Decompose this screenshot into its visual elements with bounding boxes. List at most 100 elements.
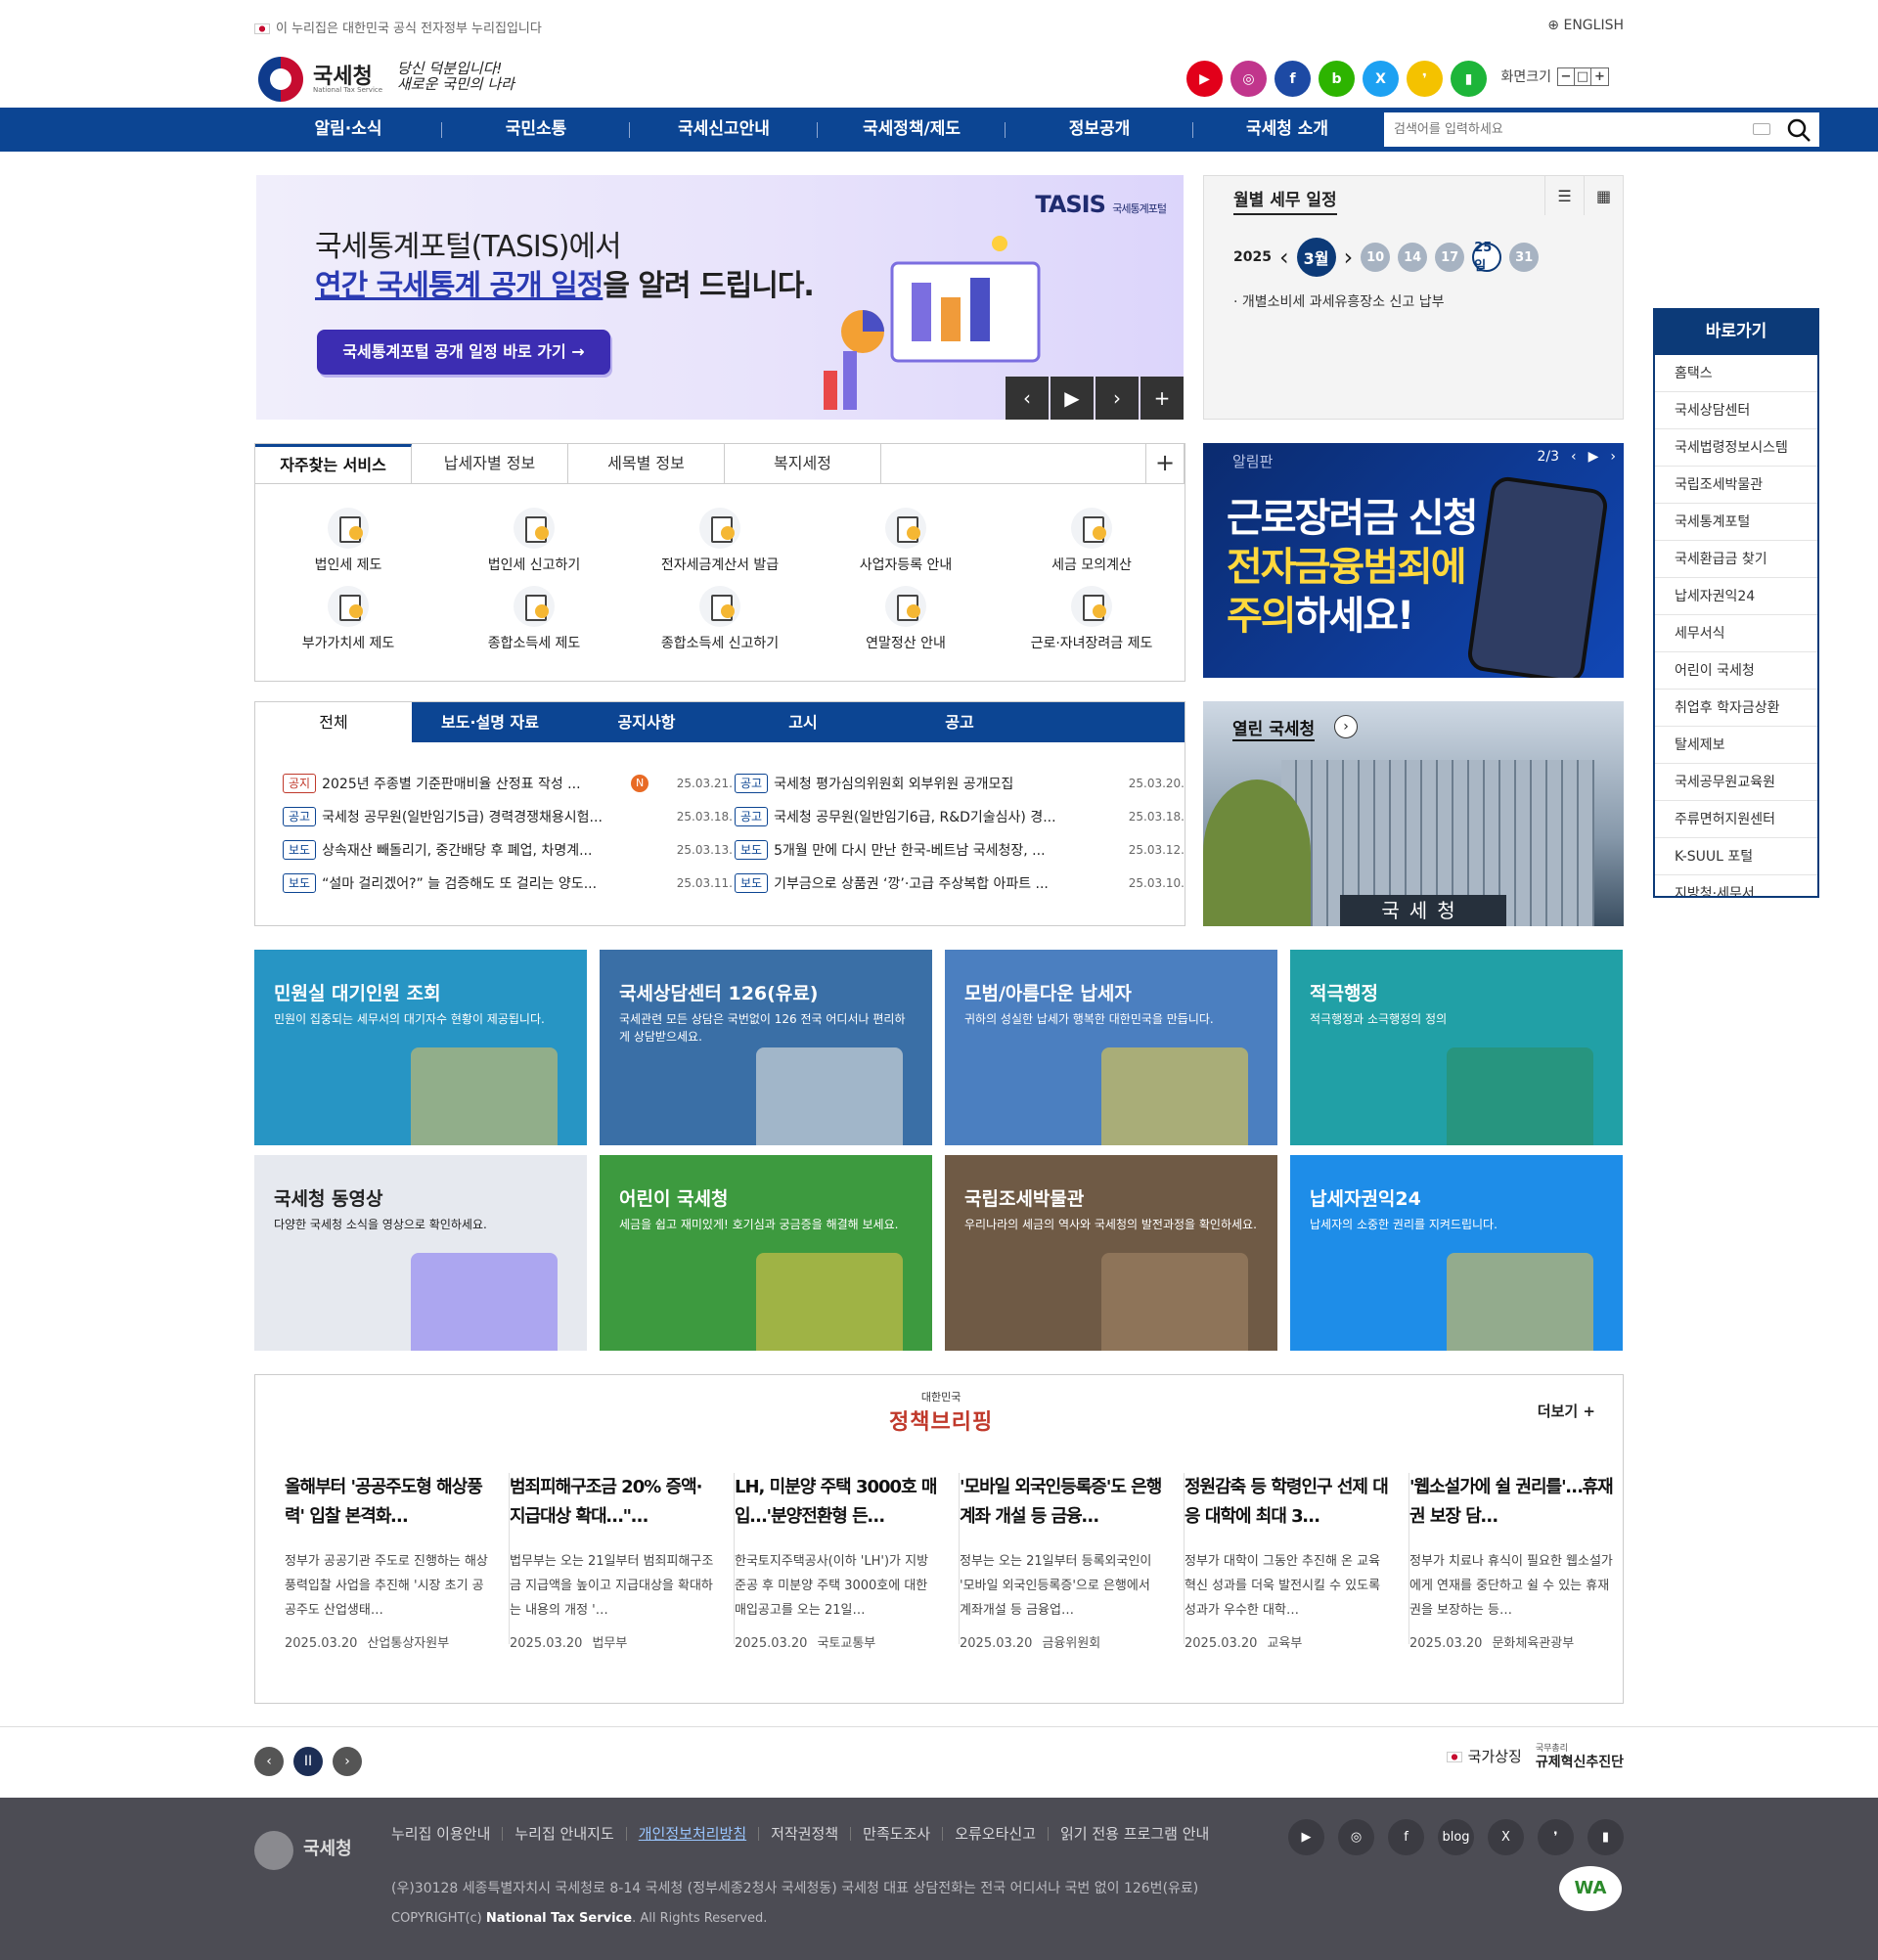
schedule-day[interactable]: 10: [1361, 243, 1391, 272]
instagram-icon[interactable]: ◎: [1338, 1819, 1374, 1855]
prev-icon[interactable]: ‹: [1571, 449, 1577, 465]
service-item[interactable]: 근로·자녀장려금 제도: [999, 586, 1185, 652]
news-title[interactable]: 국세청 공무원(일반임기5급) 경력경쟁채용시험...: [322, 807, 625, 826]
service-tab[interactable]: 복지세정: [725, 444, 881, 483]
policy-article[interactable]: '웹소설가에 쉴 권리를'…휴재권 보장 담… 정부가 치료나 휴식이 필요한 웹…: [1409, 1473, 1634, 1651]
footer-link[interactable]: 오류오타신고: [943, 1827, 1049, 1842]
banner-next-icon[interactable]: ›: [1096, 377, 1139, 420]
post-icon[interactable]: ▮: [1451, 61, 1487, 97]
font-reset-button[interactable]: □: [1575, 67, 1591, 85]
notice-board[interactable]: 알림판 2/3 ‹ ▶ › 근로장려금 신청 전자금융범죄에 주의하세요!: [1203, 443, 1624, 678]
news-title[interactable]: “설마 걸리겠어?” 늘 검증해도 또 걸리는 양도...: [322, 873, 625, 893]
service-tile[interactable]: 국세상담센터 126(유료) 국세관련 모든 상담은 국번없이 126 전국 어디…: [600, 950, 932, 1145]
next-month-icon[interactable]: ›: [1344, 244, 1354, 271]
prev-month-icon[interactable]: ‹: [1279, 244, 1289, 271]
next-icon[interactable]: ›: [1610, 449, 1616, 465]
policy-article[interactable]: LH, 미분양 주택 3000호 매입…'분양전환형 든… 한국토지주택공사(이하…: [735, 1473, 960, 1651]
service-item[interactable]: 부가가치세 제도: [255, 586, 441, 652]
quick-link-item[interactable]: 탈세제보: [1655, 727, 1817, 764]
services-more-button[interactable]: +: [1145, 444, 1185, 483]
news-row[interactable]: 공고 국세청 평가심의위원회 외부위원 공개모집 25.03.20.: [735, 767, 1185, 800]
service-tile[interactable]: 민원실 대기인원 조회 민원이 집중되는 세무서의 대기자수 현황이 제공됩니다.: [254, 950, 587, 1145]
footer-link[interactable]: 만족도조사: [851, 1827, 944, 1842]
policy-title[interactable]: 올해부터 '공공주도형 해상풍력' 입찰 본격화…: [285, 1473, 489, 1532]
schedule-item[interactable]: · 개별소비세 과세유흥장소 신고 납부: [1233, 291, 1444, 311]
service-item[interactable]: 종합소득세 제도: [441, 586, 627, 652]
open-nts[interactable]: 국세청 열린 국세청 ›: [1203, 701, 1624, 926]
pager-prev-icon[interactable]: ‹: [254, 1747, 284, 1776]
quick-link-item[interactable]: 취업후 학자금상환: [1655, 690, 1817, 727]
banner-more-icon[interactable]: +: [1140, 377, 1184, 420]
service-item[interactable]: 법인세 제도: [255, 508, 441, 574]
pager-pause-icon[interactable]: II: [293, 1747, 323, 1776]
gnb-item[interactable]: 알림·소식: [254, 108, 442, 152]
calendar-icon[interactable]: ▦: [1584, 176, 1623, 215]
schedule-day[interactable]: 17: [1435, 243, 1465, 272]
x-icon[interactable]: X: [1488, 1819, 1524, 1855]
news-tab[interactable]: 공고: [881, 702, 1038, 742]
list-view-icon[interactable]: ☰: [1544, 176, 1584, 215]
policy-briefing-logo[interactable]: 대한민국 정책브리핑: [889, 1389, 993, 1436]
news-row[interactable]: 보도 기부금으로 상품권 ‘깡’·고급 주상복합 아파트 ... 25.03.10.: [735, 867, 1185, 900]
blog-icon[interactable]: blog: [1438, 1819, 1474, 1855]
quick-link-item[interactable]: 세무서식: [1655, 615, 1817, 652]
quick-link-item[interactable]: 지방청·세무서: [1655, 875, 1817, 896]
service-tile[interactable]: 국세청 동영상 다양한 국세청 소식을 영상으로 확인하세요.: [254, 1155, 587, 1351]
policy-article[interactable]: 올해부터 '공공주도형 해상풍력' 입찰 본격화… 정부가 공공기관 주도로 진행…: [285, 1473, 510, 1651]
gnb-item[interactable]: 국세신고안내: [630, 108, 818, 152]
kakao-icon[interactable]: ❜: [1407, 61, 1443, 97]
schedule-day[interactable]: 25일: [1472, 241, 1502, 274]
news-tab[interactable]: 고시: [725, 702, 881, 742]
banner-prev-icon[interactable]: ‹: [1006, 377, 1049, 420]
youtube-icon[interactable]: ▶: [1186, 61, 1223, 97]
news-row[interactable]: 공지 2025년 주종별 기준판매비율 산정표 작성 ... N 25.03.21.: [283, 767, 733, 800]
service-tab[interactable]: 납세자별 정보: [412, 444, 568, 483]
service-item[interactable]: 사업자등록 안내: [813, 508, 999, 574]
font-decrease-button[interactable]: −: [1558, 67, 1575, 85]
quick-link-item[interactable]: 납세자권익24: [1655, 578, 1817, 615]
footer-link[interactable]: 누리집 이용안내: [391, 1827, 504, 1842]
policy-title[interactable]: 정원감축 등 학령인구 선제 대응 대학에 최대 3…: [1185, 1473, 1389, 1532]
news-tab[interactable]: 보도·설명 자료: [412, 702, 568, 742]
news-title[interactable]: 국세청 평가심의위원회 외부위원 공개모집: [774, 774, 1077, 793]
policy-title[interactable]: 범죄피해구조금 20% 증액·지급대상 확대…"…: [510, 1473, 714, 1532]
post-icon[interactable]: ▮: [1587, 1819, 1624, 1855]
facebook-icon[interactable]: f: [1388, 1819, 1424, 1855]
quick-link-item[interactable]: 홈택스: [1655, 355, 1817, 392]
policy-article[interactable]: 범죄피해구조금 20% 증액·지급대상 확대…"… 법무부는 오는 21일부터 범…: [510, 1473, 735, 1651]
kakao-icon[interactable]: ❜: [1538, 1819, 1574, 1855]
x-icon[interactable]: X: [1363, 61, 1399, 97]
news-tab[interactable]: 공지사항: [568, 702, 725, 742]
quick-link-item[interactable]: 국세환급금 찾기: [1655, 541, 1817, 578]
service-tile[interactable]: 적극행정 적극행정과 소극행정의 정의: [1290, 950, 1623, 1145]
font-increase-button[interactable]: +: [1591, 68, 1608, 85]
service-tile[interactable]: 어린이 국세청 세금을 쉽고 재미있게! 호기심과 궁금증을 해결해 보세요.: [600, 1155, 932, 1351]
play-icon[interactable]: ▶: [1588, 449, 1599, 465]
service-tile[interactable]: 국립조세박물관 우리나라의 세금의 역사와 국세청의 발전과정을 확인하세요.: [945, 1155, 1277, 1351]
national-symbol-link[interactable]: 국가상징: [1446, 1746, 1522, 1766]
schedule-title[interactable]: 월별 세무 일정: [1233, 186, 1337, 215]
search-input[interactable]: [1384, 112, 1746, 147]
banner-play-icon[interactable]: ▶: [1051, 377, 1094, 420]
service-item[interactable]: 연말정산 안내: [813, 586, 999, 652]
policy-title[interactable]: LH, 미분양 주택 3000호 매입…'분양전환형 든…: [735, 1473, 939, 1532]
policy-title[interactable]: '모바일 외국인등록증'도 은행계좌 개설 등 금융…: [960, 1473, 1164, 1532]
more-link[interactable]: 더보기 +: [1538, 1401, 1595, 1421]
quick-link-item[interactable]: K-SUUL 포털: [1655, 838, 1817, 875]
news-title[interactable]: 기부금으로 상품권 ‘깡’·고급 주상복합 아파트 ...: [774, 873, 1077, 893]
news-row[interactable]: 보도 상속재산 빼돌리기, 중간배당 후 폐업, 차명계... 25.03.13.: [283, 833, 733, 867]
news-title[interactable]: 상속재산 빼돌리기, 중간배당 후 폐업, 차명계...: [322, 840, 625, 860]
service-item[interactable]: 세금 모의계산: [999, 508, 1185, 574]
schedule-day[interactable]: 31: [1509, 243, 1540, 272]
news-tab[interactable]: 전체: [255, 702, 412, 742]
quick-link-item[interactable]: 국세법령정보시스템: [1655, 429, 1817, 467]
service-tile[interactable]: 납세자권익24 납세자의 소중한 권리를 지켜드립니다.: [1290, 1155, 1623, 1351]
news-row[interactable]: 보도 “설마 걸리겠어?” 늘 검증해도 또 걸리는 양도... 25.03.11.: [283, 867, 733, 900]
instagram-icon[interactable]: ◎: [1230, 61, 1267, 97]
policy-article[interactable]: '모바일 외국인등록증'도 은행계좌 개설 등 금융… 정부는 오는 21일부터 …: [960, 1473, 1185, 1651]
quick-link-item[interactable]: 국세공무원교육원: [1655, 764, 1817, 801]
policy-title[interactable]: '웹소설가에 쉴 권리를'…휴재권 보장 담…: [1409, 1473, 1615, 1532]
chevron-right-icon[interactable]: ›: [1334, 715, 1358, 738]
nts-logo-icon[interactable]: [258, 57, 303, 102]
news-row[interactable]: 보도 5개월 만에 다시 만난 한국-베트남 국세청장, ... 25.03.12.: [735, 833, 1185, 867]
